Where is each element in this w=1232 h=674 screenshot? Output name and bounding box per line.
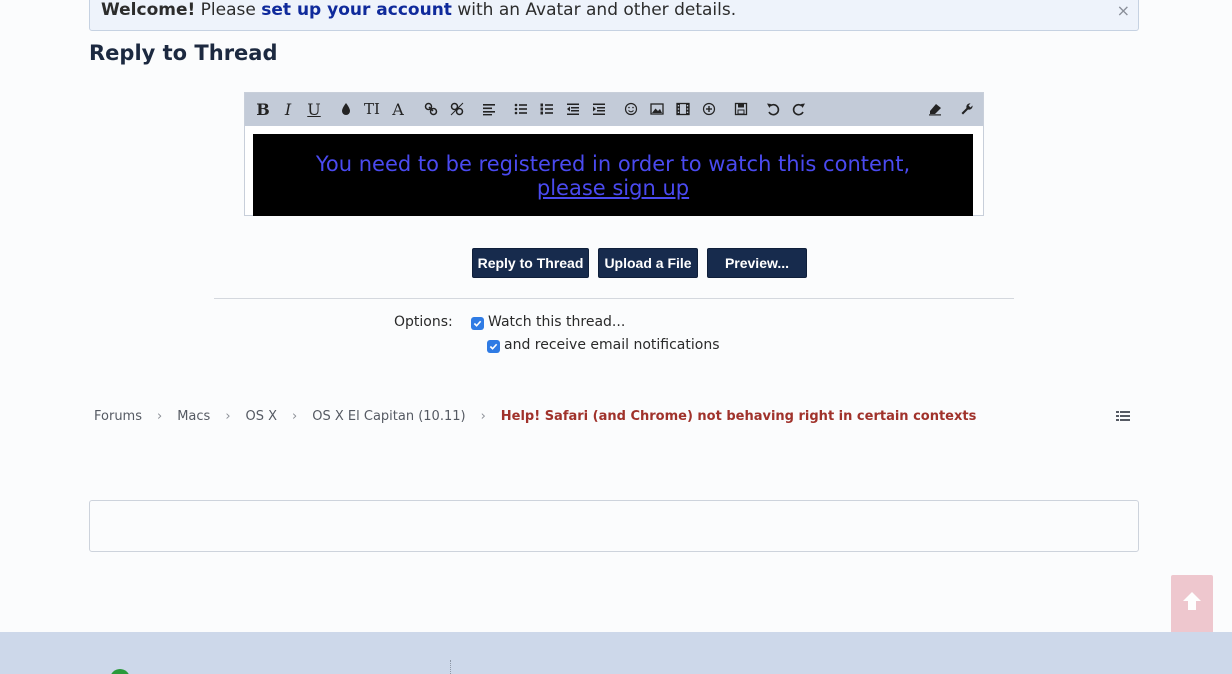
welcome-notice: Welcome! Please set up your account with… [89, 0, 1139, 31]
preview-button[interactable]: Preview... [707, 248, 807, 278]
checkmark-icon [489, 343, 498, 350]
bold-button[interactable]: B [252, 99, 274, 119]
bullet-list-icon[interactable] [510, 99, 532, 119]
sign-up-link[interactable]: please sign up [253, 176, 973, 200]
empty-panel [89, 500, 1139, 552]
font-button[interactable]: A [387, 99, 409, 119]
breadcrumb-separator: › [225, 409, 231, 424]
underline-button[interactable]: U [303, 99, 325, 119]
notice-welcome: Welcome! [101, 0, 196, 20]
remove-format-icon[interactable] [924, 99, 946, 119]
options-label: Options: [394, 314, 453, 330]
save-draft-icon[interactable] [730, 99, 752, 119]
undo-icon[interactable] [762, 99, 784, 119]
notice-rest: with an Avatar and other details. [457, 0, 737, 20]
breadcrumb-separator: › [480, 409, 486, 424]
align-icon[interactable] [478, 99, 500, 119]
restricted-content-message: You need to be registered in order to wa… [315, 152, 911, 176]
site-logo-icon [110, 669, 130, 674]
checkmark-icon [473, 320, 482, 327]
jump-menu-icon[interactable] [1116, 410, 1130, 422]
setup-account-link[interactable]: set up your account [261, 0, 452, 20]
link-icon[interactable] [420, 99, 442, 119]
breadcrumb-current-thread[interactable]: Help! Safari (and Chrome) not behaving r… [501, 409, 977, 424]
breadcrumb-el-capitan[interactable]: OS X El Capitan (10.11) [312, 409, 465, 424]
options-divider [214, 298, 1014, 299]
smiley-icon[interactable] [620, 99, 642, 119]
outdent-icon[interactable] [562, 99, 584, 119]
watch-thread-checkbox[interactable] [471, 317, 484, 330]
reply-to-thread-button[interactable]: Reply to Thread [472, 248, 589, 278]
footer [0, 632, 1232, 674]
indent-icon[interactable] [588, 99, 610, 119]
email-notifications-checkbox[interactable] [487, 340, 500, 353]
breadcrumb: Forums › Macs › OS X › OS X El Capitan (… [94, 409, 976, 424]
breadcrumb-forums[interactable]: Forums [94, 409, 142, 424]
redo-icon[interactable] [788, 99, 810, 119]
arrow-up-icon [1183, 592, 1201, 610]
footer-separator [450, 660, 451, 674]
close-notice-icon[interactable]: × [1117, 1, 1130, 20]
restricted-content-block: You need to be registered in order to wa… [253, 134, 973, 216]
numbered-list-icon[interactable] [536, 99, 558, 119]
breadcrumb-osx[interactable]: OS X [246, 409, 278, 424]
breadcrumb-separator: › [157, 409, 163, 424]
unlink-icon[interactable] [446, 99, 468, 119]
breadcrumb-macs[interactable]: Macs [177, 409, 210, 424]
scroll-up-button[interactable] [1171, 581, 1213, 621]
editor-toolbar: B I U TI A [245, 93, 983, 126]
notice-please: Please [200, 0, 256, 20]
text-size-button[interactable]: TI [361, 99, 383, 119]
notice-text: Welcome! Please set up your account with… [101, 0, 736, 20]
page-title: Reply to Thread [89, 41, 278, 65]
breadcrumb-separator: › [292, 409, 298, 424]
media-icon[interactable] [672, 99, 694, 119]
italic-button[interactable]: I [277, 99, 299, 119]
watch-thread-label: Watch this thread... [488, 314, 626, 330]
upload-file-button[interactable]: Upload a File [598, 248, 698, 278]
image-icon[interactable] [646, 99, 668, 119]
email-notifications-label: and receive email notifications [504, 337, 720, 353]
text-color-icon[interactable] [335, 99, 357, 119]
insert-icon[interactable] [698, 99, 720, 119]
reply-editor: B I U TI A You need to be registered in … [244, 92, 984, 216]
wrench-icon[interactable] [956, 99, 978, 119]
